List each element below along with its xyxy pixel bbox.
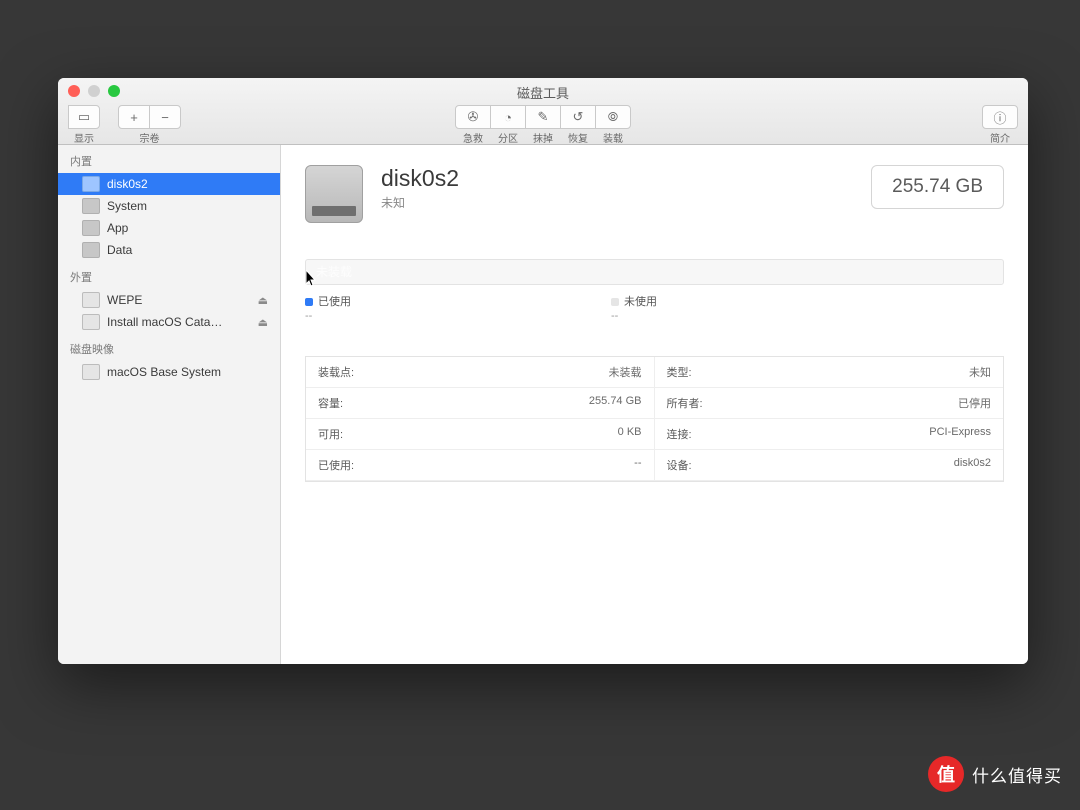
external-disk-icon (82, 314, 100, 330)
usage-legend: 已使用-- 未使用-- (305, 293, 1004, 322)
sidebar-item-disk0s2[interactable]: disk0s2 (58, 173, 280, 195)
toolbar-partition-button[interactable]: ◔分区 (490, 105, 526, 145)
info-capacity: 容量:255.74 GB (306, 388, 655, 419)
erase-icon: ✎ (525, 105, 561, 129)
info-table: 装载点:未装载 类型:未知 容量:255.74 GB 所有者:已停用 可用:0 … (305, 356, 1004, 482)
eject-icon[interactable]: ⏏ (258, 316, 268, 329)
firstaid-icon: ✇ (455, 105, 491, 129)
volume-subtitle: 未知 (381, 194, 459, 211)
sidebar-section-diskimage: 磁盘映像 (58, 333, 280, 361)
disk-icon (82, 220, 100, 236)
info-device: 设备:disk0s2 (655, 450, 1004, 481)
external-disk-icon (82, 292, 100, 308)
cursor-icon (306, 270, 318, 288)
body: 内置 disk0s2 System App Data 外置 WEPE⏏ Inst… (58, 145, 1028, 664)
watermark-badge: 值 (928, 756, 964, 792)
toolbar-center: ✇急救 ◔分区 ✎抹掉 ↺恢复 ⦾装载 (58, 105, 1028, 145)
partition-icon: ◔ (490, 105, 526, 129)
toolbar-firstaid-button[interactable]: ✇急救 (455, 105, 491, 145)
hdd-icon (305, 165, 363, 223)
info-owner: 所有者:已停用 (655, 388, 1004, 419)
sidebar-section-internal: 内置 (58, 145, 280, 173)
disk-icon (82, 198, 100, 214)
sidebar: 内置 disk0s2 System App Data 外置 WEPE⏏ Inst… (58, 145, 281, 664)
diskimage-icon (82, 364, 100, 380)
legend-used: 已使用-- (305, 293, 351, 322)
info-connection: 连接:PCI-Express (655, 419, 1004, 450)
toolbar-info-button[interactable]: ⓘ简介 (982, 105, 1018, 145)
sidebar-item-app[interactable]: App (58, 217, 280, 239)
main-pane: disk0s2 未知 255.74 GB 未装载 已使用-- 未使用-- 装载点… (281, 145, 1028, 664)
watermark-text: 什么值得买 (972, 762, 1062, 787)
sidebar-item-basesystem[interactable]: macOS Base System (58, 361, 280, 383)
sidebar-item-wepe[interactable]: WEPE⏏ (58, 289, 280, 311)
eject-icon[interactable]: ⏏ (258, 294, 268, 307)
titlebar: 磁盘工具 ▭ 显示 + − 宗卷 ✇急救 ◔分区 ✎抹掉 ↺恢复 ⦾装载 ⓘ简介 (58, 78, 1028, 145)
volume-size: 255.74 GB (871, 165, 1004, 209)
info-mountpoint: 装载点:未装载 (306, 357, 655, 388)
volume-name: disk0s2 (381, 165, 459, 192)
usage-bar: 未装载 (305, 259, 1004, 285)
info-type: 类型:未知 (655, 357, 1004, 388)
restore-icon: ↺ (560, 105, 596, 129)
disk-icon (82, 176, 100, 192)
sidebar-section-external: 外置 (58, 261, 280, 289)
watermark: 值 什么值得买 (928, 756, 1062, 792)
window-title: 磁盘工具 (58, 83, 1028, 102)
info-used: 已使用:-- (306, 450, 655, 481)
volume-header: disk0s2 未知 255.74 GB (305, 165, 1004, 223)
mount-icon: ⦾ (595, 105, 631, 129)
legend-dot-free (611, 298, 619, 306)
toolbar-erase-button[interactable]: ✎抹掉 (525, 105, 561, 145)
disk-icon (82, 242, 100, 258)
usage-bar-label: 未装载 (316, 263, 352, 280)
toolbar-mount-button[interactable]: ⦾装载 (595, 105, 631, 145)
sidebar-item-system[interactable]: System (58, 195, 280, 217)
info-available: 可用:0 KB (306, 419, 655, 450)
toolbar-restore-button[interactable]: ↺恢复 (560, 105, 596, 145)
disk-utility-window: 磁盘工具 ▭ 显示 + − 宗卷 ✇急救 ◔分区 ✎抹掉 ↺恢复 ⦾装载 ⓘ简介 (58, 78, 1028, 664)
sidebar-item-data[interactable]: Data (58, 239, 280, 261)
toolbar-right: ⓘ简介 (982, 105, 1018, 145)
info-icon: ⓘ (982, 105, 1018, 129)
sidebar-item-install-catalina[interactable]: Install macOS Cata…⏏ (58, 311, 280, 333)
legend-dot-used (305, 298, 313, 306)
legend-free: 未使用-- (611, 293, 657, 322)
